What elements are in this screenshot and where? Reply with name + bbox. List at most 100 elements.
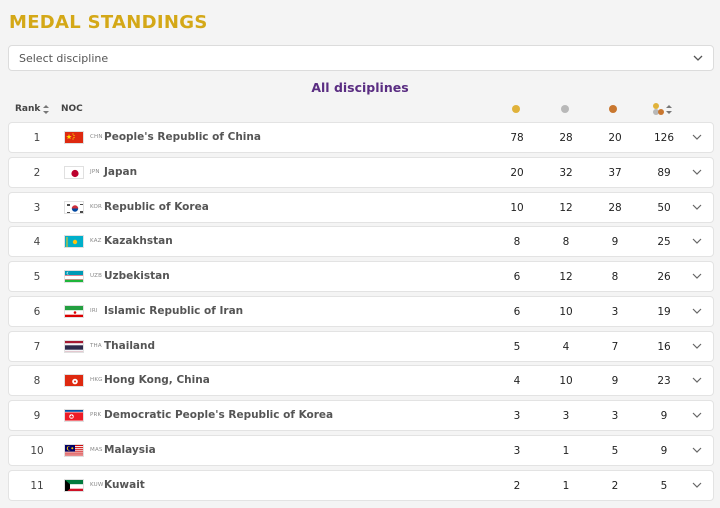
noc-code: JPN <box>90 168 100 175</box>
row-rank: 1 <box>33 132 41 144</box>
bronze-count: 20 <box>608 132 622 144</box>
gold-count: 3 <box>513 444 521 457</box>
gold-count: 78 <box>510 132 524 144</box>
total-count: 9 <box>660 410 668 422</box>
country-name: Kuwait <box>104 478 145 491</box>
noc-code: THA <box>90 342 102 349</box>
country-name: Malaysia <box>104 443 156 456</box>
table-row[interactable]: 2 JPN Japan 20 32 37 89 <box>8 156 714 188</box>
noc-code: KUW <box>90 481 104 488</box>
flag-kor-icon <box>64 200 84 214</box>
table-row[interactable]: 4 KAZ Kazakhstan 8 8 9 25 <box>8 226 714 258</box>
gold-count: 5 <box>513 340 521 353</box>
country-name: Hong Kong, China <box>104 374 210 387</box>
total-count: 50 <box>657 201 671 214</box>
noc-code: HKG <box>90 377 103 384</box>
chevron-down-icon[interactable] <box>692 307 702 315</box>
gold-count: 6 <box>513 271 521 283</box>
total-count: 5 <box>660 479 668 492</box>
row-rank: 9 <box>33 410 41 422</box>
discipline-select[interactable]: Select discipline <box>8 45 714 71</box>
table-row[interactable]: 5 UZB Uzbekistan 6 12 8 26 <box>8 261 714 292</box>
flag-tha-icon <box>64 339 84 353</box>
silver-count: 4 <box>562 340 570 353</box>
country-name: Japan <box>104 165 138 178</box>
bronze-count: 5 <box>611 444 619 457</box>
total-count: 23 <box>657 375 671 388</box>
total-count: 16 <box>657 340 671 353</box>
noc-code: PRK <box>90 412 102 418</box>
country-name: Republic of Korea <box>104 200 209 213</box>
chevron-down-icon[interactable] <box>692 446 702 454</box>
gold-count: 10 <box>510 201 524 214</box>
total-count: 19 <box>657 305 671 318</box>
chevron-down-icon[interactable] <box>692 133 702 141</box>
table-header: Rank NOC <box>0 101 720 117</box>
chevron-down-icon[interactable] <box>692 203 702 211</box>
country-name: Kazakhstan <box>104 235 173 248</box>
total-medals-icon-part <box>658 109 664 115</box>
gold-count: 6 <box>513 305 521 318</box>
silver-count: 12 <box>559 201 573 214</box>
row-rank: 10 <box>30 444 44 457</box>
noc-code: MAS <box>90 446 103 453</box>
flag-kaz-icon <box>64 235 84 249</box>
rank-sort-header[interactable]: Rank <box>15 104 50 114</box>
table-row[interactable]: 11 KUW Kuwait 2 1 2 5 <box>8 469 714 501</box>
row-rank: 11 <box>30 479 44 492</box>
noc-header-label: NOC <box>61 104 83 114</box>
row-rank: 2 <box>33 166 41 179</box>
bronze-count: 3 <box>611 410 619 422</box>
chevron-down-icon[interactable] <box>692 481 702 489</box>
chevron-down-icon[interactable] <box>692 168 702 176</box>
table-row[interactable]: 1 CHN People's Republic of China 78 28 2… <box>8 122 714 153</box>
noc-code: IRI <box>90 307 98 314</box>
silver-count: 10 <box>559 375 573 388</box>
table-row[interactable]: 8 HKG Hong Kong, China 4 10 9 23 <box>8 365 714 397</box>
bronze-medal-icon <box>609 105 617 113</box>
bronze-count: 3 <box>611 305 619 318</box>
silver-count: 10 <box>559 305 573 318</box>
page-title: MEDAL STANDINGS <box>9 12 208 33</box>
table-row[interactable]: 3 KOR Republic of Korea 10 12 28 50 <box>8 191 714 223</box>
total-count: 25 <box>657 236 671 249</box>
silver-count: 1 <box>562 444 570 457</box>
chevron-down-icon[interactable] <box>692 411 702 419</box>
noc-code: KAZ <box>90 238 102 245</box>
country-name: Democratic People's Republic of Korea <box>104 409 334 421</box>
flag-chn-icon <box>64 131 84 144</box>
gold-count: 8 <box>513 236 521 249</box>
total-count: 26 <box>657 271 671 283</box>
table-row[interactable]: 6 IRI Islamic Republic of Iran 6 10 3 19 <box>8 295 714 327</box>
total-count: 9 <box>660 444 668 457</box>
flag-jpn-icon <box>64 165 84 179</box>
gold-count: 3 <box>513 410 521 422</box>
total-sort-header[interactable] <box>653 103 673 115</box>
chevron-down-icon[interactable] <box>692 237 702 245</box>
gold-count: 20 <box>510 166 524 179</box>
silver-count: 3 <box>562 410 570 422</box>
flag-hkg-icon <box>64 374 84 388</box>
chevron-down-icon[interactable] <box>692 342 702 350</box>
chevron-down-icon[interactable] <box>692 376 702 384</box>
bronze-count: 2 <box>611 479 619 492</box>
silver-medal-icon <box>561 105 569 113</box>
chevron-down-icon[interactable] <box>692 272 702 280</box>
table-row[interactable]: 9 PRK Democratic People's Republic of Ko… <box>8 400 714 431</box>
gold-medal-icon <box>512 105 520 113</box>
country-name: Islamic Republic of Iran <box>104 304 244 317</box>
silver-count: 1 <box>562 479 570 492</box>
country-name: Uzbekistan <box>104 270 170 282</box>
sort-icon <box>666 105 672 114</box>
table-row[interactable]: 7 THA Thailand 5 4 7 16 <box>8 330 714 362</box>
table-row[interactable]: 10 MAS Malaysia 3 1 5 9 <box>8 434 714 466</box>
silver-count: 28 <box>559 132 573 144</box>
flag-mas-icon <box>64 443 84 457</box>
total-count: 89 <box>657 166 671 179</box>
noc-code: UZB <box>90 273 103 279</box>
chevron-down-icon <box>693 55 703 61</box>
bronze-count: 9 <box>611 375 619 388</box>
row-rank: 6 <box>33 305 41 318</box>
rank-header-label: Rank <box>15 104 41 114</box>
row-rank: 3 <box>33 201 41 214</box>
